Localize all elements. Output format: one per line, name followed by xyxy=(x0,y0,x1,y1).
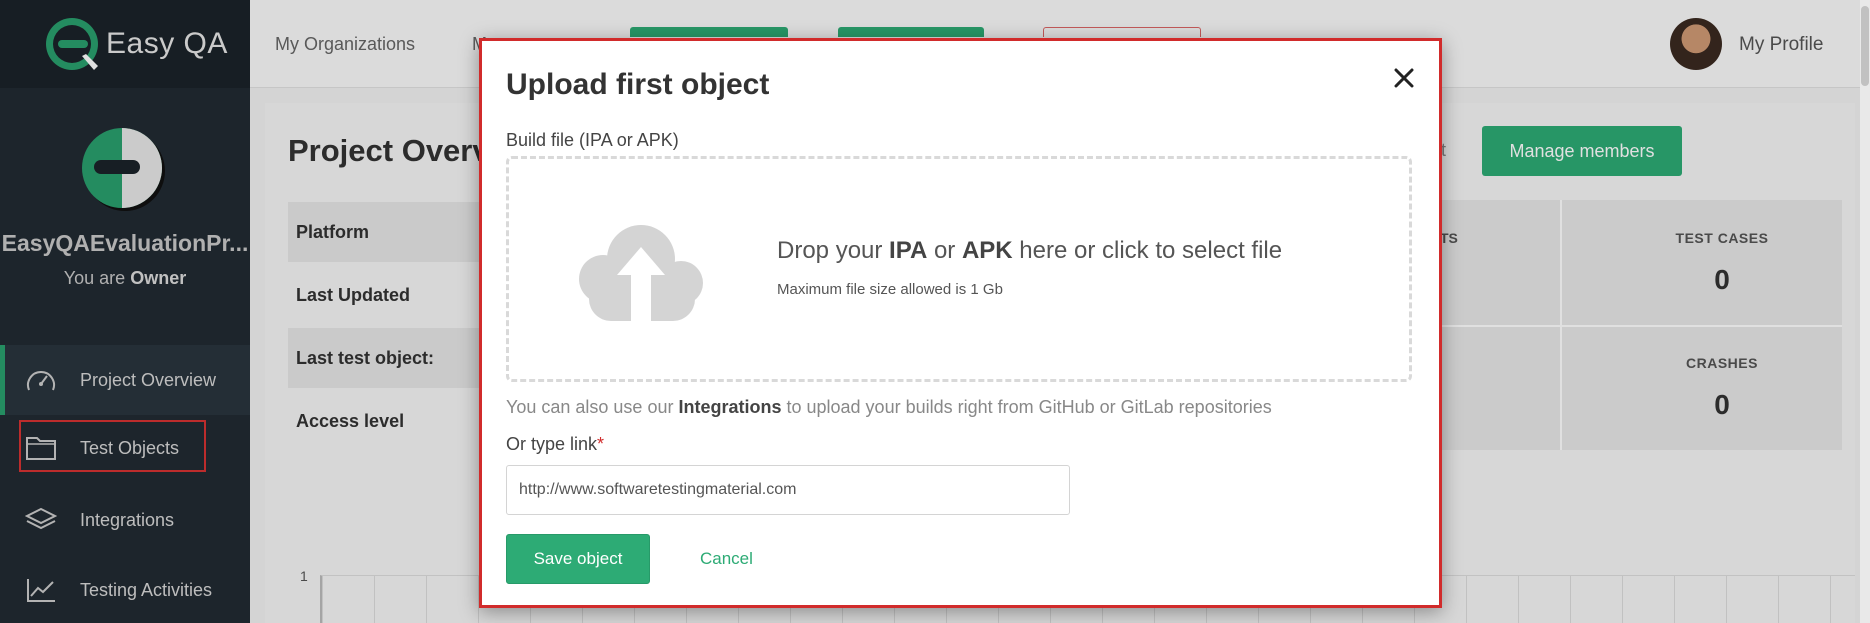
file-dropzone[interactable]: Drop your IPA or APK here or click to se… xyxy=(506,156,1412,382)
max-size-note: Maximum file size allowed is 1 Gb xyxy=(777,281,1003,298)
scrollbar-thumb[interactable] xyxy=(1861,6,1869,86)
link-label-text: Or type link xyxy=(506,434,598,454)
cloud-upload-icon xyxy=(579,225,703,321)
integrations-link[interactable]: Integrations xyxy=(678,397,781,417)
hint-pre: You can also use our xyxy=(506,397,679,417)
upload-object-modal: Upload first object Build file (IPA or A… xyxy=(479,38,1442,608)
link-label: Or type link* xyxy=(506,434,604,455)
link-input[interactable] xyxy=(506,465,1070,515)
save-object-button[interactable]: Save object xyxy=(506,534,650,584)
drop-instructions: Drop your IPA or APK here or click to se… xyxy=(777,237,1282,265)
scrollbar-track[interactable] xyxy=(1860,0,1870,623)
close-button[interactable] xyxy=(1389,63,1419,93)
drop-post: here or click to select file xyxy=(1012,237,1283,264)
close-icon xyxy=(1394,68,1414,88)
cancel-button[interactable]: Cancel xyxy=(700,549,753,569)
required-mark: * xyxy=(597,434,605,454)
drop-apk: APK xyxy=(961,237,1013,264)
hint-post: to upload your builds right from GitHub … xyxy=(781,397,1272,417)
build-file-label: Build file (IPA or APK) xyxy=(506,130,679,150)
integrations-hint: You can also use our Integrations to upl… xyxy=(506,397,1272,418)
drop-ipa: IPA xyxy=(889,237,928,264)
drop-or: or xyxy=(927,237,962,264)
drop-pre: Drop your xyxy=(777,237,890,264)
modal-title: Upload first object xyxy=(506,68,770,101)
